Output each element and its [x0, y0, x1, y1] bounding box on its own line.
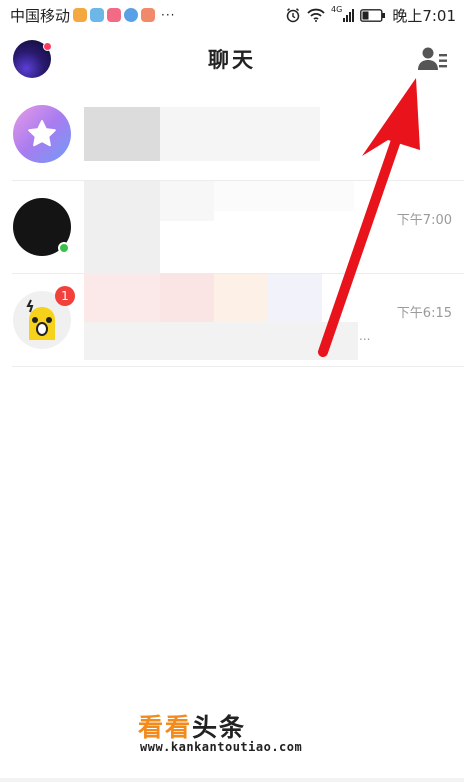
star-icon [28, 120, 56, 147]
bottom-edge [0, 778, 464, 782]
blurred-preview [84, 322, 358, 360]
my-avatar[interactable] [13, 40, 52, 78]
status-left: 中国移动 ··· [10, 5, 175, 26]
chat-header: 聊天 [0, 30, 464, 88]
contacts-icon[interactable] [418, 46, 448, 72]
app-notification-icon [141, 8, 156, 22]
watermark-part2: 头条 [192, 713, 247, 742]
more-notifications-indicator: ··· [161, 8, 176, 22]
watermark-part1: 看看 [138, 713, 193, 742]
blurred-name [84, 107, 160, 161]
watermark-logo: 看看头条 [138, 708, 246, 744]
app-notification-icon [90, 8, 105, 22]
app-notification-icon [124, 8, 139, 22]
online-status-dot [58, 242, 70, 254]
watermark: 看看头条 www.kankantoutiao.com [138, 708, 338, 758]
blurred-name [160, 274, 214, 322]
notification-dot [43, 42, 52, 51]
chat-time: 下午6:15 [396, 306, 452, 321]
status-right: 4G 晚上7:01 [285, 5, 456, 26]
blurred-preview [160, 181, 214, 221]
alarm-icon [286, 8, 300, 23]
app-notification-icon [107, 8, 122, 22]
chat-time: 下午7:00 [396, 213, 452, 228]
blurred-name [214, 274, 268, 322]
chat-list-item[interactable]: 1 ... 下午6:15 [12, 274, 464, 367]
signal-icon: 4G [331, 5, 355, 22]
blurred-name [84, 181, 160, 274]
page-title: 聊天 [208, 48, 256, 72]
wifi-icon [307, 8, 325, 22]
preview-ellipsis: ... [359, 329, 371, 343]
blurred-preview [214, 181, 354, 211]
chat-list-item[interactable] [12, 88, 464, 181]
carrier-label: 中国移动 [10, 6, 71, 25]
blurred-preview [160, 107, 320, 161]
robot-icon [26, 299, 55, 340]
chat-list-item[interactable]: 下午7:00 [12, 181, 464, 274]
blurred-name [268, 274, 322, 322]
star-avatar [13, 105, 71, 163]
chat-list: 下午7:00 1 ... 下午6:15 [0, 88, 464, 367]
watermark-url: www.kankantoutiao.com [140, 740, 303, 754]
battery-icon [360, 8, 386, 22]
status-bar: 中国移动 ··· 4G 晚上7:01 [0, 0, 464, 30]
network-type-label: 4G [331, 4, 343, 14]
app-notification-icon [73, 8, 88, 22]
unread-badge: 1 [55, 286, 75, 306]
blurred-name [84, 274, 160, 322]
clock-label: 晚上7:01 [392, 6, 456, 25]
